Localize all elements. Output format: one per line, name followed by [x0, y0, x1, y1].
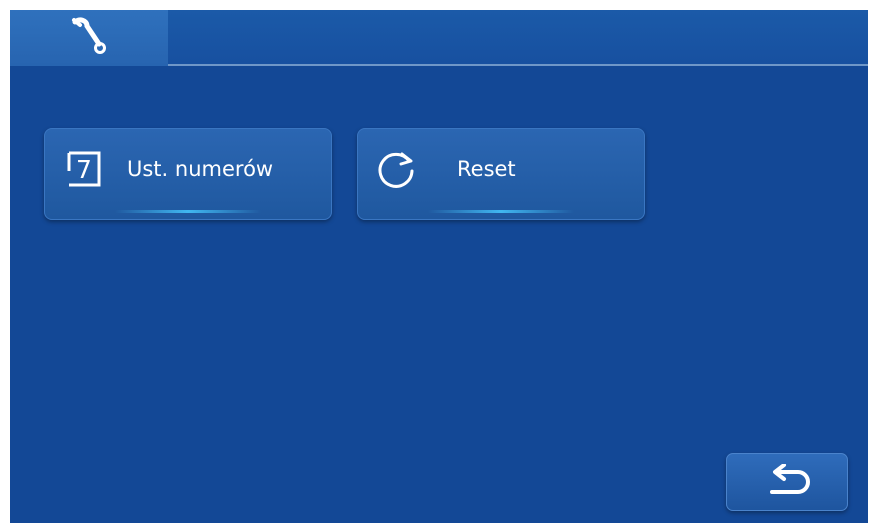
wrench-icon: [72, 17, 106, 54]
number-settings-button[interactable]: 7 Ust. numerów: [44, 128, 332, 220]
number-seven-icon: 7: [67, 151, 101, 187]
back-button[interactable]: [726, 453, 848, 511]
settings-screen: 7 Ust. numerów Reset: [10, 10, 868, 523]
refresh-icon: [378, 152, 414, 188]
reset-label: Reset: [457, 157, 516, 181]
number-seven-glyph: 7: [76, 155, 92, 184]
tile-glow: [115, 210, 261, 213]
top-bar: [10, 10, 868, 66]
reset-button[interactable]: Reset: [357, 128, 645, 220]
tab-settings[interactable]: [10, 10, 168, 66]
tile-glow: [428, 210, 574, 213]
number-settings-label: Ust. numerów: [127, 157, 274, 181]
return-arrow-icon: [770, 464, 810, 494]
